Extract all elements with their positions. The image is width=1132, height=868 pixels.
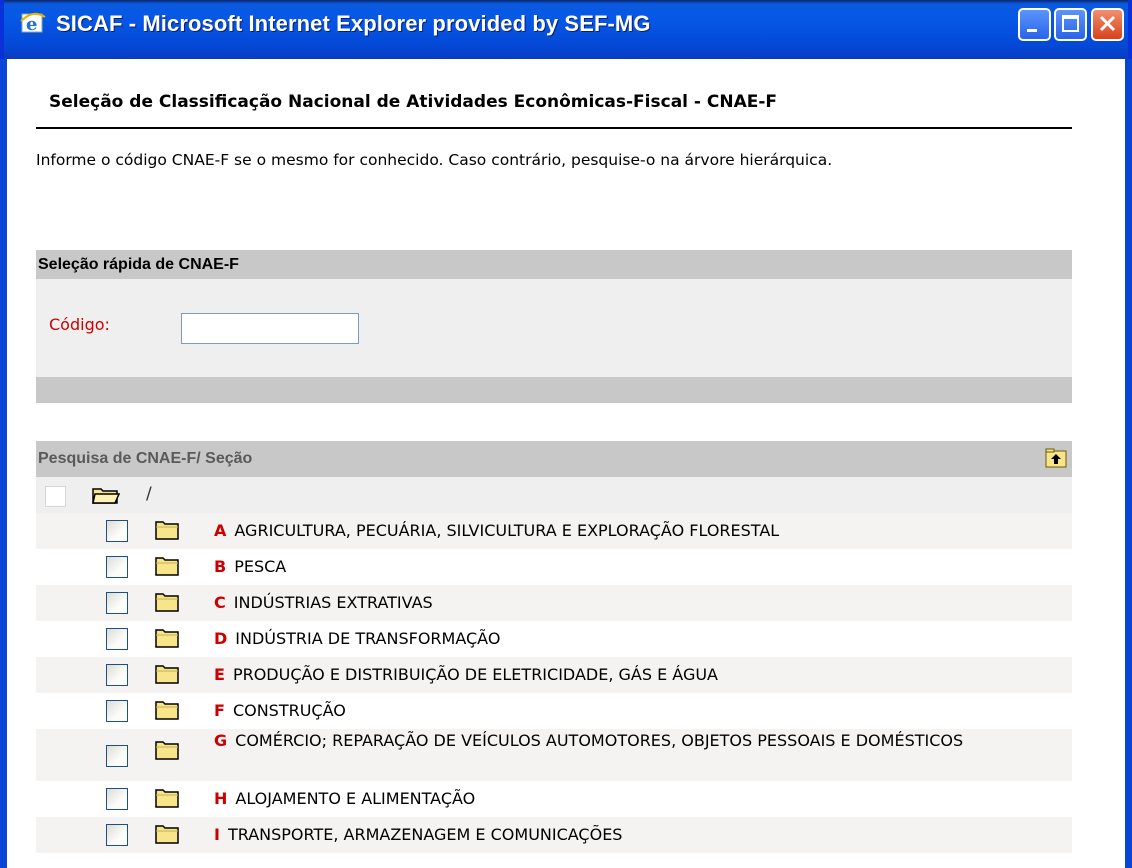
ie-icon: e [20,12,46,35]
item-label: AGRICULTURA, PECUÁRIA, SILVICULTURA E EX… [234,521,780,540]
item-checkbox[interactable] [106,700,128,722]
item-text[interactable]: G COMÉRCIO; REPARAÇÃO DE VEÍCULOS AUTOMOT… [201,732,1001,749]
title-divider [36,127,1072,129]
info-text: Informe o código CNAE-F se o mesmo for c… [36,151,833,169]
window-frame-left [0,59,7,868]
folder-up-icon[interactable] [1045,448,1067,468]
item-label: PRODUÇÃO E DISTRIBUIÇÃO DE ELETRICIDADE,… [232,665,718,684]
item-letter: F [214,701,225,720]
item-text[interactable]: E PRODUÇÃO E DISTRIBUIÇÃO DE ELETRICIDADE… [214,666,718,683]
tree-root-row: / [36,477,1072,513]
item-label: TRANSPORTE, ARMAZENAGEM E COMUNICAÇÕES [227,825,623,844]
page-title: Seleção de Classificação Nacional de Ati… [49,92,778,112]
item-letter: E [214,665,225,684]
item-checkbox[interactable] [106,664,128,686]
item-checkbox[interactable] [106,824,128,846]
item-letter: G [214,731,228,750]
folder-icon[interactable] [154,555,180,577]
tree-item-d[interactable]: D INDÚSTRIA DE TRANSFORMAÇÃO [36,621,1072,657]
close-icon [1099,15,1116,32]
item-text[interactable]: D INDÚSTRIA DE TRANSFORMAÇÃO [214,630,500,647]
item-checkbox[interactable] [106,628,128,650]
item-checkbox[interactable] [106,745,128,767]
item-label: PESCA [234,557,287,576]
title-bar[interactable]: e SICAF - Microsoft Internet Explorer pr… [0,0,1132,59]
item-label: CONSTRUÇÃO [232,701,346,720]
maximize-icon [1062,15,1079,32]
tree-item-c[interactable]: C INDÚSTRIAS EXTRATIVAS [36,585,1072,621]
item-text[interactable]: C INDÚSTRIAS EXTRATIVAS [214,594,433,611]
code-input[interactable] [181,313,359,344]
folder-icon[interactable] [154,519,180,541]
item-letter: B [214,557,227,576]
item-label: INDÚSTRIA DE TRANSFORMAÇÃO [235,629,501,648]
minimize-button[interactable] [1018,8,1051,41]
item-checkbox[interactable] [106,592,128,614]
tree-item-f[interactable]: F CONSTRUÇÃO [36,693,1072,729]
code-label: Código: [49,315,110,334]
quick-select-footer [36,377,1072,403]
item-letter: H [214,789,228,808]
tree-item-i[interactable]: I TRANSPORTE, ARMAZENAGEM E COMUNICAÇÕES [36,817,1072,853]
folder-open-icon [92,488,121,504]
item-text[interactable]: F CONSTRUÇÃO [214,702,346,719]
folder-icon[interactable] [154,627,180,649]
item-text[interactable]: I TRANSPORTE, ARMAZENAGEM E COMUNICAÇÕES [214,826,622,843]
item-text[interactable]: A AGRICULTURA, PECUÁRIA, SILVICULTURA E E… [214,522,779,539]
window-frame-right [1125,59,1132,868]
tree-header: Pesquisa de CNAE-F/ Seção [36,441,1072,477]
window-title: SICAF - Microsoft Internet Explorer prov… [56,11,651,36]
item-letter: I [214,825,220,844]
tree-item-b[interactable]: B PESCA [36,549,1072,585]
item-label: COMÉRCIO; REPARAÇÃO DE VEÍCULOS AUTOMOTO… [235,731,964,750]
folder-icon[interactable] [154,663,180,685]
folder-icon[interactable] [154,739,180,761]
tree-item-h[interactable]: H ALOJAMENTO E ALIMENTAÇÃO [36,781,1072,817]
tree-item-g[interactable]: G COMÉRCIO; REPARAÇÃO DE VEÍCULOS AUTOMOT… [36,729,1072,781]
minimize-icon [1027,29,1037,32]
quick-select-header: Seleção rápida de CNAE-F [36,250,1072,279]
item-checkbox[interactable] [106,556,128,578]
item-checkbox[interactable] [106,520,128,542]
item-letter: A [214,521,227,540]
item-checkbox[interactable] [106,788,128,810]
folder-icon[interactable] [154,823,180,845]
page-content: Seleção de Classificação Nacional de Ati… [7,59,1099,868]
folder-icon[interactable] [154,591,180,613]
root-checkbox[interactable] [45,486,66,507]
close-button[interactable] [1091,8,1124,41]
maximize-button[interactable] [1054,8,1087,41]
item-label: ALOJAMENTO E ALIMENTAÇÃO [235,789,476,808]
svg-text:e: e [26,14,37,35]
item-letter: C [214,593,226,612]
root-path: / [146,484,152,504]
tree-item-e[interactable]: E PRODUÇÃO E DISTRIBUIÇÃO DE ELETRICIDADE… [36,657,1072,693]
tree-item-a[interactable]: A AGRICULTURA, PECUÁRIA, SILVICULTURA E E… [36,513,1072,549]
item-letter: D [214,629,228,648]
item-text[interactable]: H ALOJAMENTO E ALIMENTAÇÃO [214,790,475,807]
folder-icon[interactable] [154,699,180,721]
folder-icon[interactable] [154,787,180,809]
item-label: INDÚSTRIAS EXTRATIVAS [233,593,433,612]
item-text[interactable]: B PESCA [214,558,286,575]
